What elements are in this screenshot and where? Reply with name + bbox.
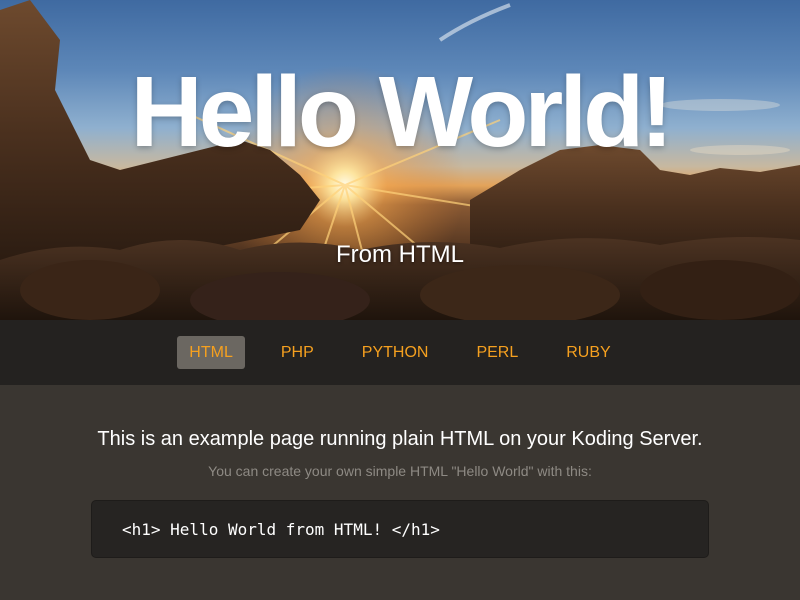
nav-item-perl[interactable]: PERL xyxy=(464,336,530,369)
code-snippet: <h1> Hello World from HTML! </h1> xyxy=(122,519,440,539)
hint-text: You can create your own simple HTML "Hel… xyxy=(208,463,592,479)
nav-item-html[interactable]: HTML xyxy=(177,336,245,369)
page-subtitle: From HTML xyxy=(336,241,464,268)
page-title: Hello World! xyxy=(130,56,673,168)
nav-item-ruby[interactable]: RUBY xyxy=(554,336,622,369)
nav-item-python[interactable]: PYTHON xyxy=(350,336,441,369)
language-nav: HTML PHP PYTHON PERL RUBY xyxy=(0,320,800,385)
code-sample: <h1> Hello World from HTML! </h1> xyxy=(91,500,709,558)
hero-banner: Hello World! From HTML xyxy=(0,0,800,320)
main-content: This is an example page running plain HT… xyxy=(0,385,800,600)
intro-text: This is an example page running plain HT… xyxy=(97,428,703,450)
nav-item-php[interactable]: PHP xyxy=(269,336,326,369)
